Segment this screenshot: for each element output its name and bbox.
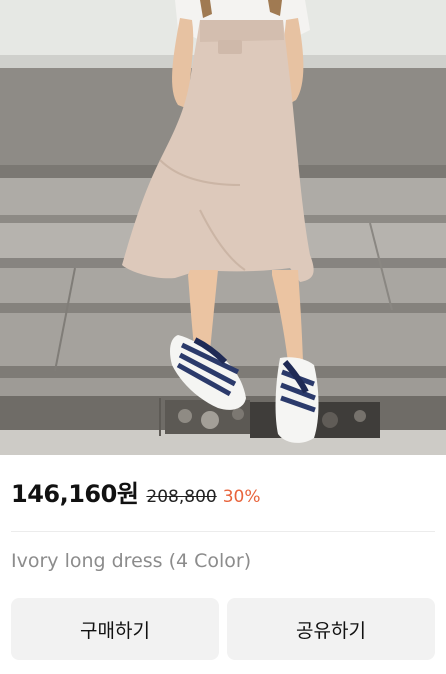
current-price: 146,160원 — [11, 480, 139, 508]
buy-button[interactable]: 구매하기 — [11, 598, 219, 660]
discount-rate: 30% — [222, 487, 261, 507]
product-name: Ivory long dress (4 Color) — [11, 550, 252, 572]
divider — [11, 531, 435, 532]
original-price: 208,800 — [146, 487, 217, 507]
product-page: 146,160원 208,800 30% Ivory long dress (4… — [0, 0, 446, 674]
price-row: 146,160원 208,800 30% — [11, 474, 261, 514]
product-photo[interactable] — [0, 0, 446, 455]
share-button[interactable]: 공유하기 — [227, 598, 435, 660]
